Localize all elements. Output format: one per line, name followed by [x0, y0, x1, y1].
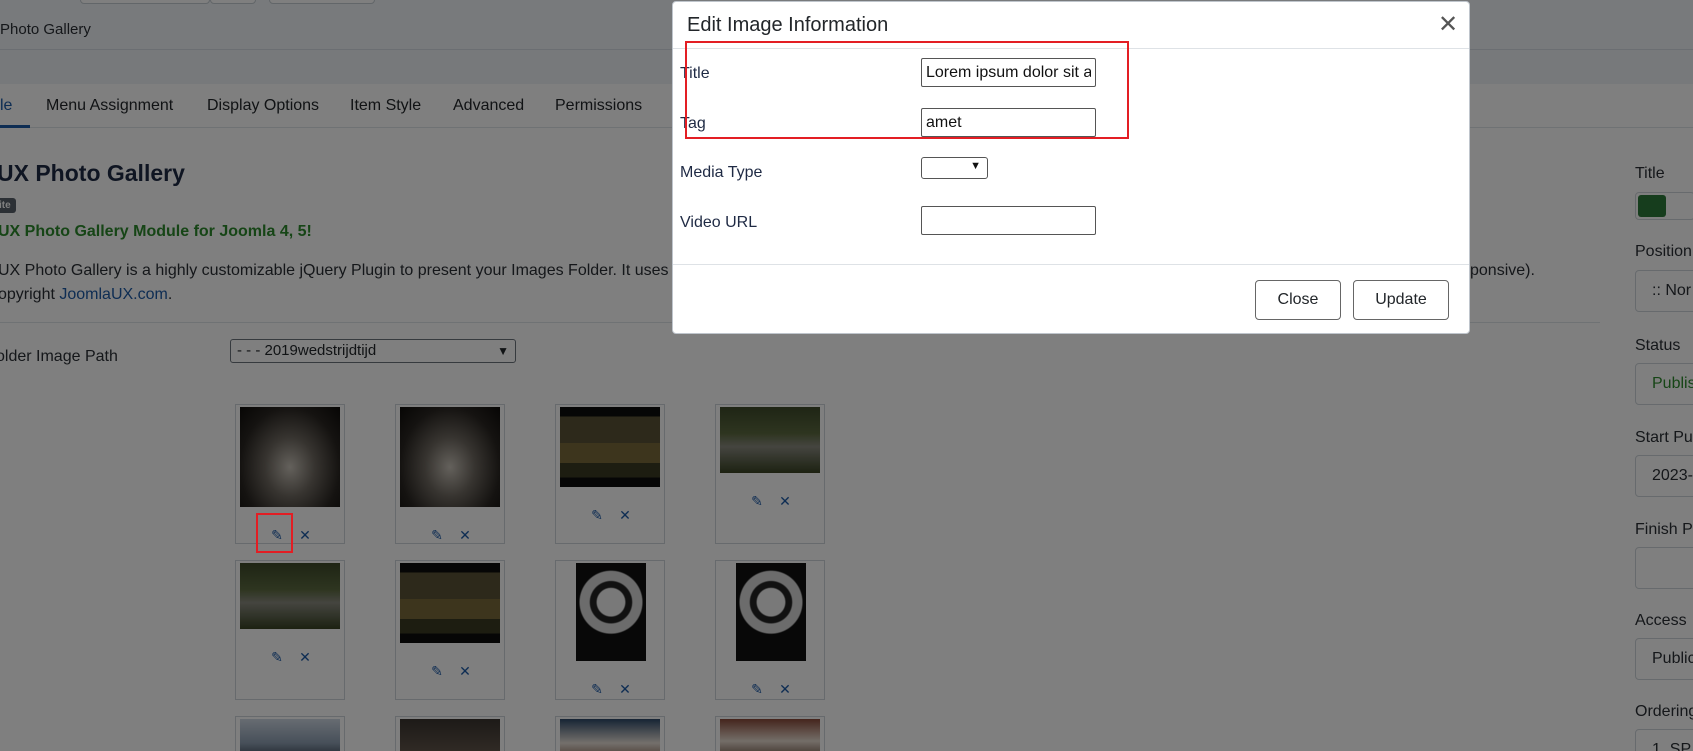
media-type-label: Media Type	[680, 164, 763, 181]
video-url-input[interactable]	[921, 206, 1096, 235]
annotation-highlight-edit	[256, 513, 293, 553]
update-button[interactable]: Update	[1353, 280, 1449, 320]
close-icon[interactable]: ✕	[1437, 13, 1459, 37]
chevron-down-icon: ▼	[970, 160, 981, 172]
modal-footer-divider	[673, 264, 1469, 265]
annotation-highlight-fields	[685, 41, 1129, 139]
modal-title: Edit Image Information	[687, 14, 889, 36]
media-type-select[interactable]: ▼	[921, 157, 988, 179]
video-url-label: Video URL	[680, 214, 758, 231]
close-button[interactable]: Close	[1255, 280, 1341, 320]
